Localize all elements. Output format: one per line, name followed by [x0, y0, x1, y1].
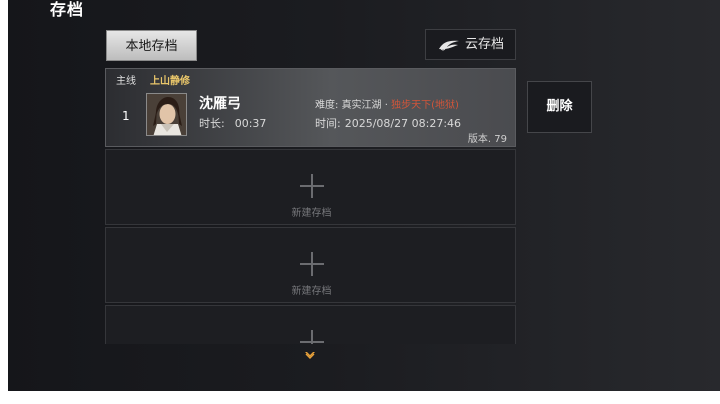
new-save-slot[interactable]: 新建存档	[105, 305, 516, 344]
slot-header: 主线 上山静修	[116, 72, 190, 87]
tab-cloud-label: 云存档	[464, 37, 504, 52]
difficulty-value: 真实江湖 ·	[341, 100, 388, 111]
plus-icon	[300, 174, 324, 198]
new-save-label: 新建存档	[291, 208, 332, 219]
tab-local-saves[interactable]: 本地存档	[106, 30, 197, 61]
slot-chapter: 上山静修	[150, 76, 190, 87]
save-time: 时间: 2025/08/27 08:27:46	[315, 115, 461, 131]
save-slot-list[interactable]: 主线 上山静修 1 沈雁弓 时长: 00:37 难度: 真实江湖 · 独步天下(…	[105, 68, 516, 344]
character-portrait	[146, 93, 187, 136]
plus-icon	[300, 330, 324, 344]
difficulty-mode: 独步天下(地狱)	[391, 100, 459, 111]
new-save-slot[interactable]: 新建存档	[105, 149, 516, 225]
slot-route: 主线	[116, 76, 136, 87]
play-time-label: 时长:	[199, 117, 225, 130]
delete-button[interactable]: 删除	[527, 81, 592, 133]
play-time: 时长: 00:37	[199, 115, 266, 131]
game-screen: 存档 本地存档 云存档 主线 上山静修 1 沈雁弓 时长: 00:37 难度: …	[0, 0, 720, 391]
tab-cloud-saves[interactable]: 云存档	[425, 29, 516, 60]
new-save-label: 新建存档	[291, 286, 332, 297]
page-title: 存档	[50, 0, 85, 19]
save-time-label: 时间:	[315, 117, 341, 130]
left-edge-strip	[0, 0, 8, 404]
chevron-down-icon[interactable]	[304, 351, 316, 359]
difficulty: 难度: 真实江湖 · 独步天下(地狱)	[315, 96, 459, 111]
version-label: 版本. 79	[467, 134, 507, 145]
wing-cloud-icon	[438, 40, 459, 50]
plus-icon	[300, 252, 324, 276]
character-name: 沈雁弓	[199, 96, 241, 112]
new-save-slot[interactable]: 新建存档	[105, 227, 516, 303]
slot-index: 1	[122, 109, 130, 123]
save-slot-1[interactable]: 主线 上山静修 1 沈雁弓 时长: 00:37 难度: 真实江湖 · 独步天下(…	[105, 68, 516, 147]
save-time-value: 2025/08/27 08:27:46	[344, 117, 462, 130]
difficulty-label: 难度:	[315, 100, 339, 111]
play-time-value: 00:37	[234, 117, 267, 130]
